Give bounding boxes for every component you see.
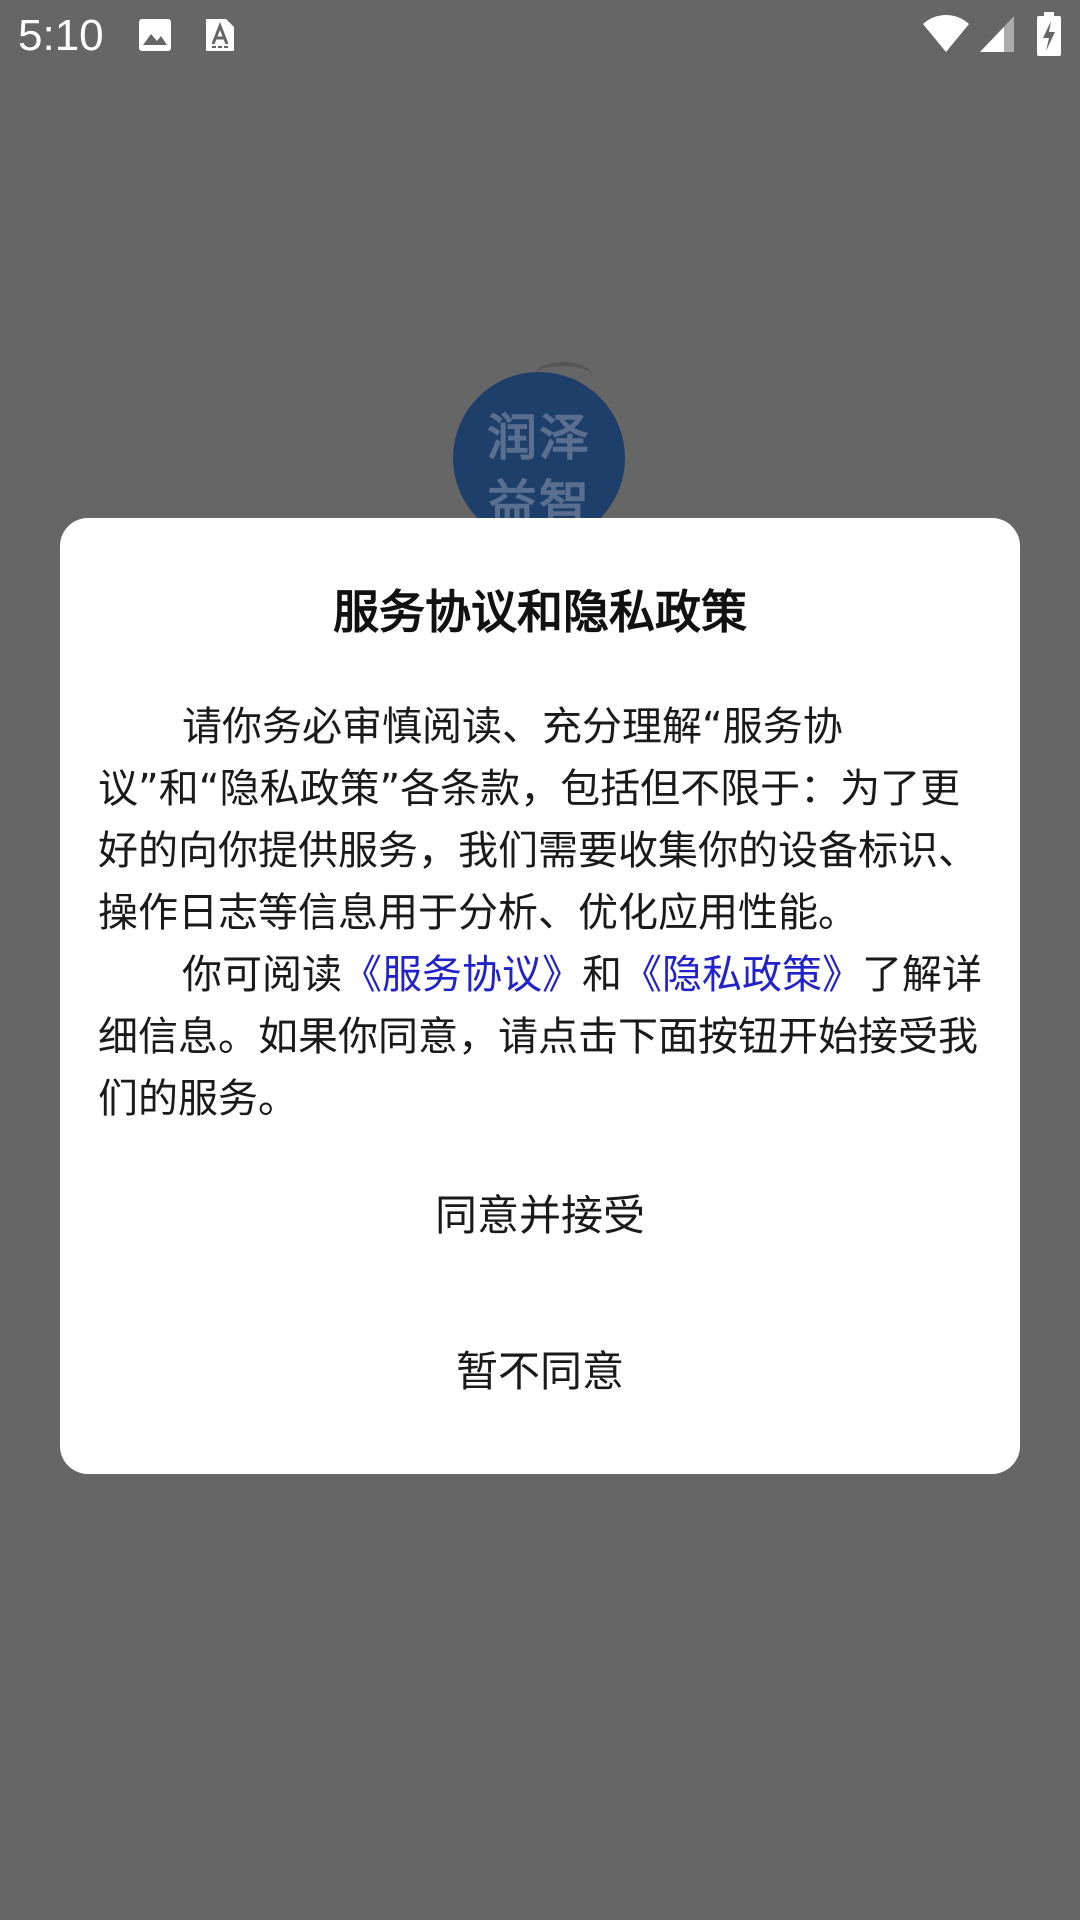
paragraph-2-and: 和	[582, 952, 622, 998]
agree-button[interactable]: 同意并接受	[60, 1186, 1020, 1282]
privacy-dialog: 服务协议和隐私政策 请你务必审慎阅读、充分理解“服务协议”和“隐私政策”各条款，…	[60, 518, 1020, 1474]
dialog-paragraph-1: 请你务必审慎阅读、充分理解“服务协议”和“隐私政策”各条款，包括但不限于：为了更…	[98, 704, 978, 936]
privacy-policy-link[interactable]: 《隐私政策》	[622, 952, 862, 998]
image-icon	[139, 19, 171, 51]
service-agreement-link[interactable]: 《服务协议》	[342, 952, 582, 998]
wifi-icon	[923, 15, 969, 52]
paragraph-2-prefix: 你可阅读	[182, 952, 342, 998]
dialog-title: 服务协议和隐私政策	[333, 585, 747, 639]
signal-icon	[980, 16, 1014, 52]
status-bar: 5:10	[0, 0, 1080, 72]
text-a-icon	[206, 19, 234, 51]
dialog-paragraph-2: 你可阅读《服务协议》和《隐私政策》了解详细信息。如果你同意，请点击下面按钮开始接…	[98, 944, 982, 1130]
disagree-button[interactable]: 暂不同意	[60, 1342, 1020, 1438]
dialog-body: 请你务必审慎阅读、充分理解“服务协议”和“隐私政策”各条款，包括但不限于：为了更…	[98, 696, 982, 1130]
logo-text-line1: 润泽	[487, 409, 591, 467]
battery-charging-icon	[1037, 12, 1061, 56]
status-time: 5:10	[18, 11, 104, 60]
